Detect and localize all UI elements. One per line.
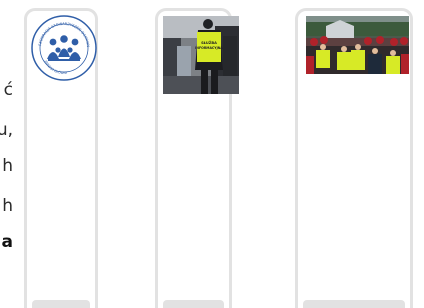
text-fragment: u,: [0, 120, 13, 140]
security-officer-photo[interactable]: SŁUŻBA INFORMACYJNA: [163, 16, 239, 94]
card-footer-bar: [163, 300, 224, 308]
truncated-article-text: ć u, h h a: [0, 0, 16, 300]
text-fragment: h: [2, 156, 13, 176]
image-card-officer[interactable]: SŁUŻBA INFORMACYJNA: [155, 8, 239, 308]
text-fragment: h: [2, 196, 13, 216]
image-card-crowd[interactable]: [295, 8, 413, 308]
federation-logo-image: FEDERACJA STOWARZYSZEŃ OCHRONY ZARZĄD GŁ…: [31, 15, 97, 81]
federation-logo[interactable]: FEDERACJA STOWARZYSZEŃ OCHRONY ZARZĄD GŁ…: [31, 15, 97, 81]
text-fragment: ć: [3, 80, 13, 100]
security-officer-image: SŁUŻBA INFORMACYJNA: [163, 16, 239, 94]
card-footer-bar: [303, 300, 405, 308]
security-crowd-photo[interactable]: [306, 16, 409, 74]
svg-text:SŁUŻBA: SŁUŻBA: [201, 40, 217, 45]
text-fragment-bold: a: [1, 232, 13, 252]
security-crowd-image: [306, 16, 409, 74]
card-footer-bar: [32, 300, 90, 308]
svg-text:INFORMACYJNA: INFORMACYJNA: [195, 46, 223, 50]
image-card-logo[interactable]: FEDERACJA STOWARZYSZEŃ OCHRONY ZARZĄD GŁ…: [24, 8, 98, 308]
